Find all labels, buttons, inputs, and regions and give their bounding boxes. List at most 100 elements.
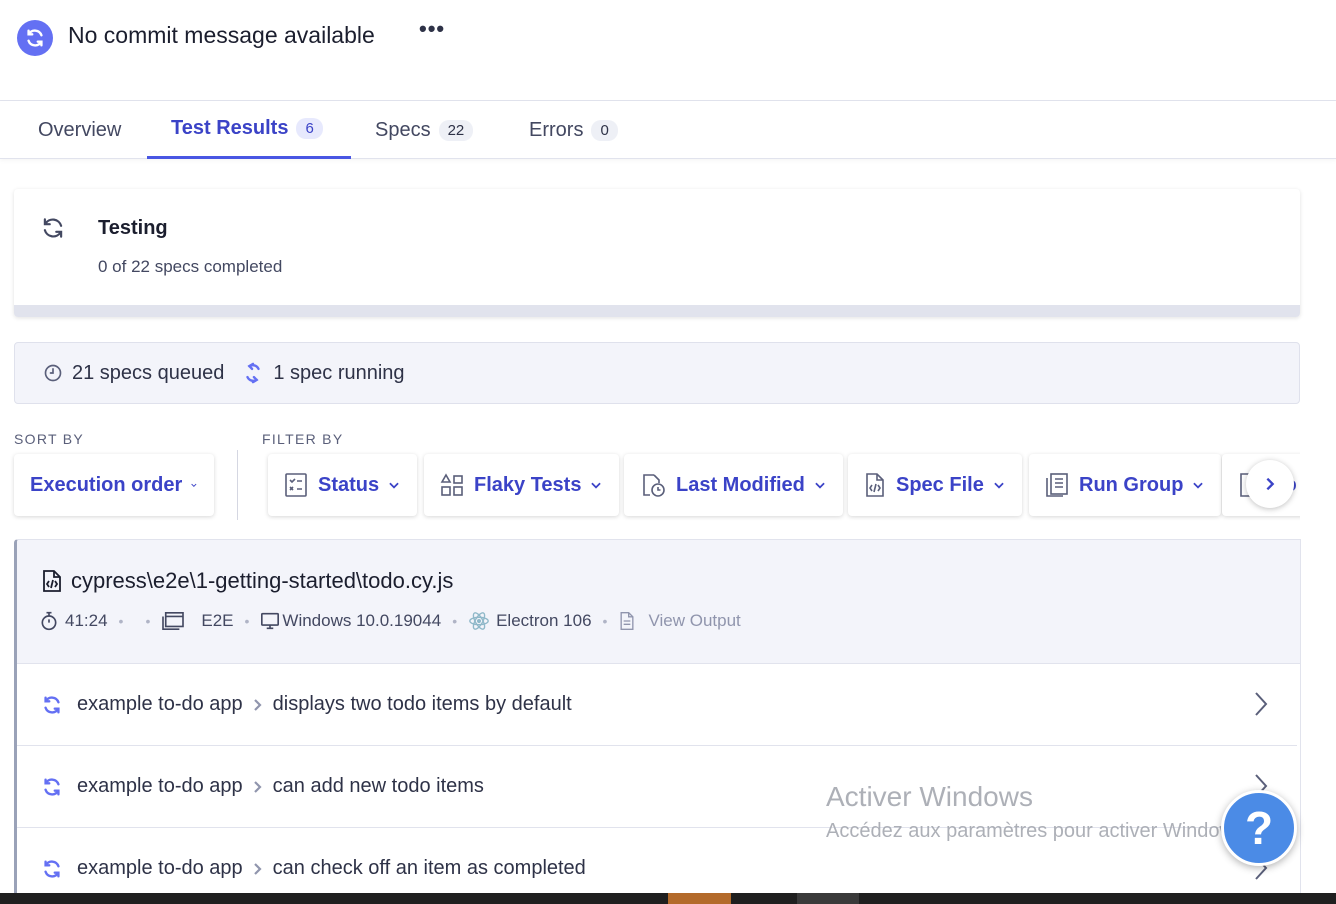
view-output-text: View Output	[648, 611, 741, 630]
tab-specs[interactable]: Specs 22	[351, 101, 497, 159]
test-suite: example to-do app	[77, 857, 243, 879]
testing-subtitle: 0 of 22 specs completed	[98, 257, 283, 276]
browser-window-icon	[162, 612, 185, 630]
breadcrumb-chevron-icon	[253, 780, 262, 793]
tab-label: Specs	[375, 118, 431, 141]
browser: Electron 106	[468, 610, 592, 632]
chevron-down-icon	[815, 482, 825, 489]
chevron-down-icon	[191, 483, 197, 487]
spec-header[interactable]: cypress\e2e\1-getting-started\todo.cy.js…	[17, 540, 1300, 664]
monitor-icon	[261, 612, 280, 630]
running-icon	[44, 777, 60, 796]
breadcrumb-chevron-icon	[253, 862, 262, 875]
checklist-icon	[285, 473, 307, 497]
test-suite: example to-do app	[77, 693, 243, 715]
more-options-button[interactable]: •••	[419, 14, 445, 44]
chevron-down-icon	[1193, 482, 1204, 489]
filter-label: Run Group	[1079, 473, 1184, 496]
spec-queue-status: 21 specs queued 1 spec running	[14, 342, 1300, 404]
refresh-icon	[43, 218, 63, 238]
filter-last-modified[interactable]: Last Modified	[624, 454, 843, 516]
tab-count-badge: 6	[296, 118, 323, 139]
filter-label: Flaky Tests	[474, 473, 582, 496]
separator-dot: •	[118, 613, 124, 629]
sort-select[interactable]: Execution order	[14, 454, 214, 516]
filter-label: Status	[318, 473, 380, 496]
os: Windows 10.0.19044	[260, 611, 441, 631]
run-header: No commit message available •••	[0, 0, 1336, 101]
spec-path-text: cypress\e2e\1-getting-started\todo.cy.js	[71, 568, 454, 593]
help-button[interactable]: ?	[1221, 790, 1297, 866]
spec-metadata: 41:24 • • E2E • Windows 10.0.19044 • Ele…	[39, 610, 741, 632]
tab-label: Test Results	[171, 117, 289, 139]
queued-status: 21 specs queued	[43, 362, 224, 385]
running-status-icon	[17, 20, 53, 56]
tab-count-badge: 0	[591, 119, 618, 141]
document-icon	[620, 612, 634, 630]
document-stack-icon	[1046, 473, 1068, 497]
filters-scroll-right-button[interactable]	[1246, 460, 1294, 508]
tab-test-results[interactable]: Test Results 6	[147, 101, 351, 159]
test-row[interactable]: example to-do app displays two todo item…	[17, 664, 1297, 746]
activation-watermark-subtitle: Accédez aux paramètres pour activer Wind…	[826, 820, 1250, 842]
running-status: 1 spec running	[242, 361, 405, 385]
chevron-right-icon	[1255, 692, 1268, 716]
taskbar-app-segment[interactable]	[668, 893, 731, 904]
stopwatch-icon	[41, 611, 57, 631]
os-taskbar	[0, 893, 1336, 904]
view-output-link[interactable]: View Output	[618, 611, 741, 631]
separator-dot: •	[244, 613, 250, 629]
test-title: can add new todo items	[272, 775, 484, 797]
testing-progress-card: Testing 0 of 22 specs completed	[14, 189, 1300, 317]
testing-type: E2E	[161, 611, 234, 631]
progress-bar	[14, 305, 1300, 317]
breadcrumb-chevron-icon	[253, 698, 262, 711]
tab-bar: Overview Test Results 6 Specs 22 Errors …	[0, 101, 1336, 159]
chevron-down-icon	[389, 482, 399, 489]
filter-bar: Status Flaky Tests Last Modified Spec Fi…	[262, 440, 1300, 530]
chevron-down-icon	[591, 482, 602, 489]
queued-text: 21 specs queued	[72, 361, 225, 384]
clock-icon	[44, 364, 62, 382]
taskbar-app-segment[interactable]	[797, 893, 859, 904]
filter-label: Last Modified	[676, 473, 805, 496]
tab-label: Overview	[38, 118, 122, 141]
running-icon	[44, 859, 60, 878]
filter-spec-file[interactable]: Spec File	[848, 454, 1022, 516]
chevron-down-icon	[994, 482, 1004, 489]
filter-status[interactable]: Status	[268, 454, 418, 516]
separator-dot: •	[452, 613, 458, 629]
spec-group: cypress\e2e\1-getting-started\todo.cy.js…	[14, 539, 1301, 899]
duration: 41:24	[39, 611, 108, 631]
tab-errors[interactable]: Errors 0	[505, 101, 642, 159]
separator-dot: •	[602, 613, 608, 629]
separator-dot: •	[145, 613, 151, 629]
test-title: displays two todo items by default	[272, 693, 572, 715]
code-file-icon	[866, 473, 884, 497]
shapes-icon	[440, 473, 463, 496]
spec-path: cypress\e2e\1-getting-started\todo.cy.js	[41, 568, 453, 594]
tab-overview[interactable]: Overview	[14, 101, 145, 159]
filter-label: Spec File	[896, 473, 984, 496]
testing-type-text: E2E	[201, 611, 234, 630]
os-text: Windows 10.0.19044	[282, 611, 442, 630]
running-icon	[246, 362, 261, 384]
test-title: can check off an item as completed	[272, 857, 586, 879]
filter-flaky-tests[interactable]: Flaky Tests	[424, 454, 620, 516]
sort-filter-divider	[237, 450, 238, 520]
commit-title: No commit message available	[68, 22, 375, 48]
electron-icon	[469, 612, 489, 630]
filter-run-group[interactable]: Run Group	[1029, 454, 1222, 516]
tab-label: Errors	[529, 118, 584, 141]
activation-watermark-title: Activer Windows	[826, 781, 1033, 812]
test-suite: example to-do app	[77, 775, 243, 797]
duration-text: 41:24	[65, 611, 108, 630]
testing-title: Testing	[98, 217, 168, 239]
running-icon	[44, 695, 60, 714]
chevron-right-icon	[1266, 477, 1275, 491]
running-text: 1 spec running	[273, 361, 405, 384]
browser-text: Electron 106	[496, 611, 592, 630]
file-clock-icon	[643, 474, 665, 497]
code-file-icon	[43, 570, 61, 592]
test-row[interactable]: example to-do app can add new todo items	[17, 746, 1297, 828]
